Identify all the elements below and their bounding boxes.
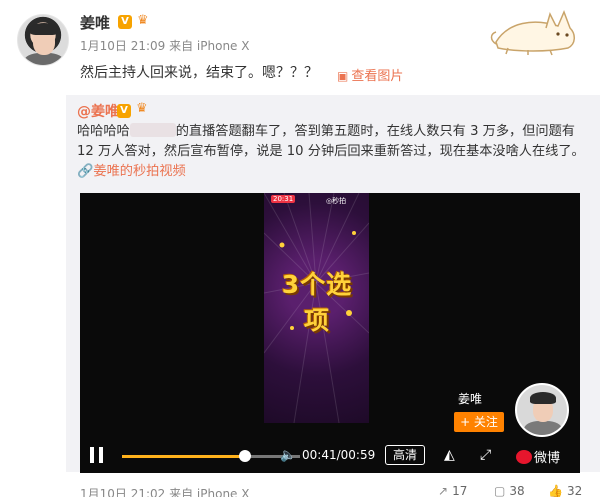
video-author-avatar[interactable]	[515, 383, 569, 437]
repost-text-start: 哈哈哈哈	[77, 124, 130, 139]
video-author-name[interactable]: 姜唯	[458, 390, 482, 407]
blurred-name	[129, 123, 176, 137]
video-link[interactable]: 🔗姜唯的秒拍视频	[77, 164, 186, 179]
weibo-brand: 微博	[534, 451, 561, 466]
cat-sticker-icon	[490, 9, 575, 56]
volume-icon[interactable]: 🔈	[280, 448, 296, 463]
share-count: 17	[452, 484, 468, 497]
weibo-logo: 微博	[516, 447, 560, 466]
like-action[interactable]: 👍 32	[548, 484, 582, 497]
view-images-link[interactable]: ▣ 查看图片	[337, 65, 403, 84]
vip-crown-icon: ♛	[137, 13, 149, 28]
weibo-post: 姜唯 V ♛ 1月10日 21:09 来自 iPhone X 然后主持人回来说，…	[0, 0, 600, 95]
repost-text: 哈哈哈哈 的直播答题翻车了，答到第五题时，在线人数只有 3 万多，但问题有 12 …	[77, 122, 592, 182]
fullscreen-icon[interactable]: ⤢	[480, 447, 491, 463]
like-icon: 👍	[548, 484, 563, 497]
video-frame[interactable]: 20:31 ◎秒拍 3个选项	[264, 193, 369, 423]
comment-count: 38	[509, 484, 525, 497]
avatar[interactable]	[17, 14, 69, 66]
verified-badge-icon: V	[118, 15, 132, 29]
vip-crown-icon: ♛	[136, 101, 148, 116]
comment-icon: ▢	[494, 484, 506, 497]
post-meta[interactable]: 1月10日 21:09 来自 iPhone X	[80, 37, 249, 54]
share-action[interactable]: ↗ 17	[438, 484, 467, 497]
miaopai-logo: ◎秒拍	[326, 197, 347, 205]
progress-fill	[122, 455, 245, 458]
post-author-name[interactable]: 姜唯	[80, 12, 110, 33]
video-time: 00:41/00:59	[302, 448, 376, 462]
quality-button[interactable]: 高清	[385, 445, 425, 465]
repost-author-name[interactable]: @姜唯	[77, 101, 119, 121]
post-text: 然后主持人回来说，结束了。嗯？？？	[80, 65, 318, 81]
weibo-eye-icon	[516, 450, 532, 464]
share-icon: ↗	[438, 484, 449, 497]
follow-button[interactable]: + 关注	[454, 412, 504, 432]
pip-icon[interactable]: ◭	[444, 447, 455, 463]
image-icon: ▣	[337, 69, 349, 83]
progress-handle[interactable]	[238, 450, 251, 462]
repost-footer: 1月10日 21:02 来自 iPhone X ↗ 17 ▢ 38 👍 32	[0, 477, 600, 497]
video-time-tag: 20:31	[271, 195, 296, 203]
video-link-label: 姜唯的秒拍视频	[93, 164, 186, 179]
like-count: 32	[566, 484, 583, 497]
video-controls: 🔈 00:41/00:59 高清 ◭ ⤢ 微博	[80, 439, 580, 473]
verified-badge-icon: V	[117, 104, 131, 118]
view-images-label: 查看图片	[351, 69, 404, 84]
video-player[interactable]: 20:31 ◎秒拍 3个选项 姜唯 + 关注 🔈 00:41/00:59 高清 …	[80, 193, 580, 473]
video-caption: 3个选项	[281, 270, 353, 335]
comment-action[interactable]: ▢ 38	[494, 484, 525, 497]
repost-meta[interactable]: 1月10日 21:02 来自 iPhone X	[80, 485, 249, 497]
progress-bar[interactable]	[122, 450, 300, 462]
pause-icon[interactable]	[90, 447, 104, 463]
link-icon: 🔗	[77, 164, 94, 179]
